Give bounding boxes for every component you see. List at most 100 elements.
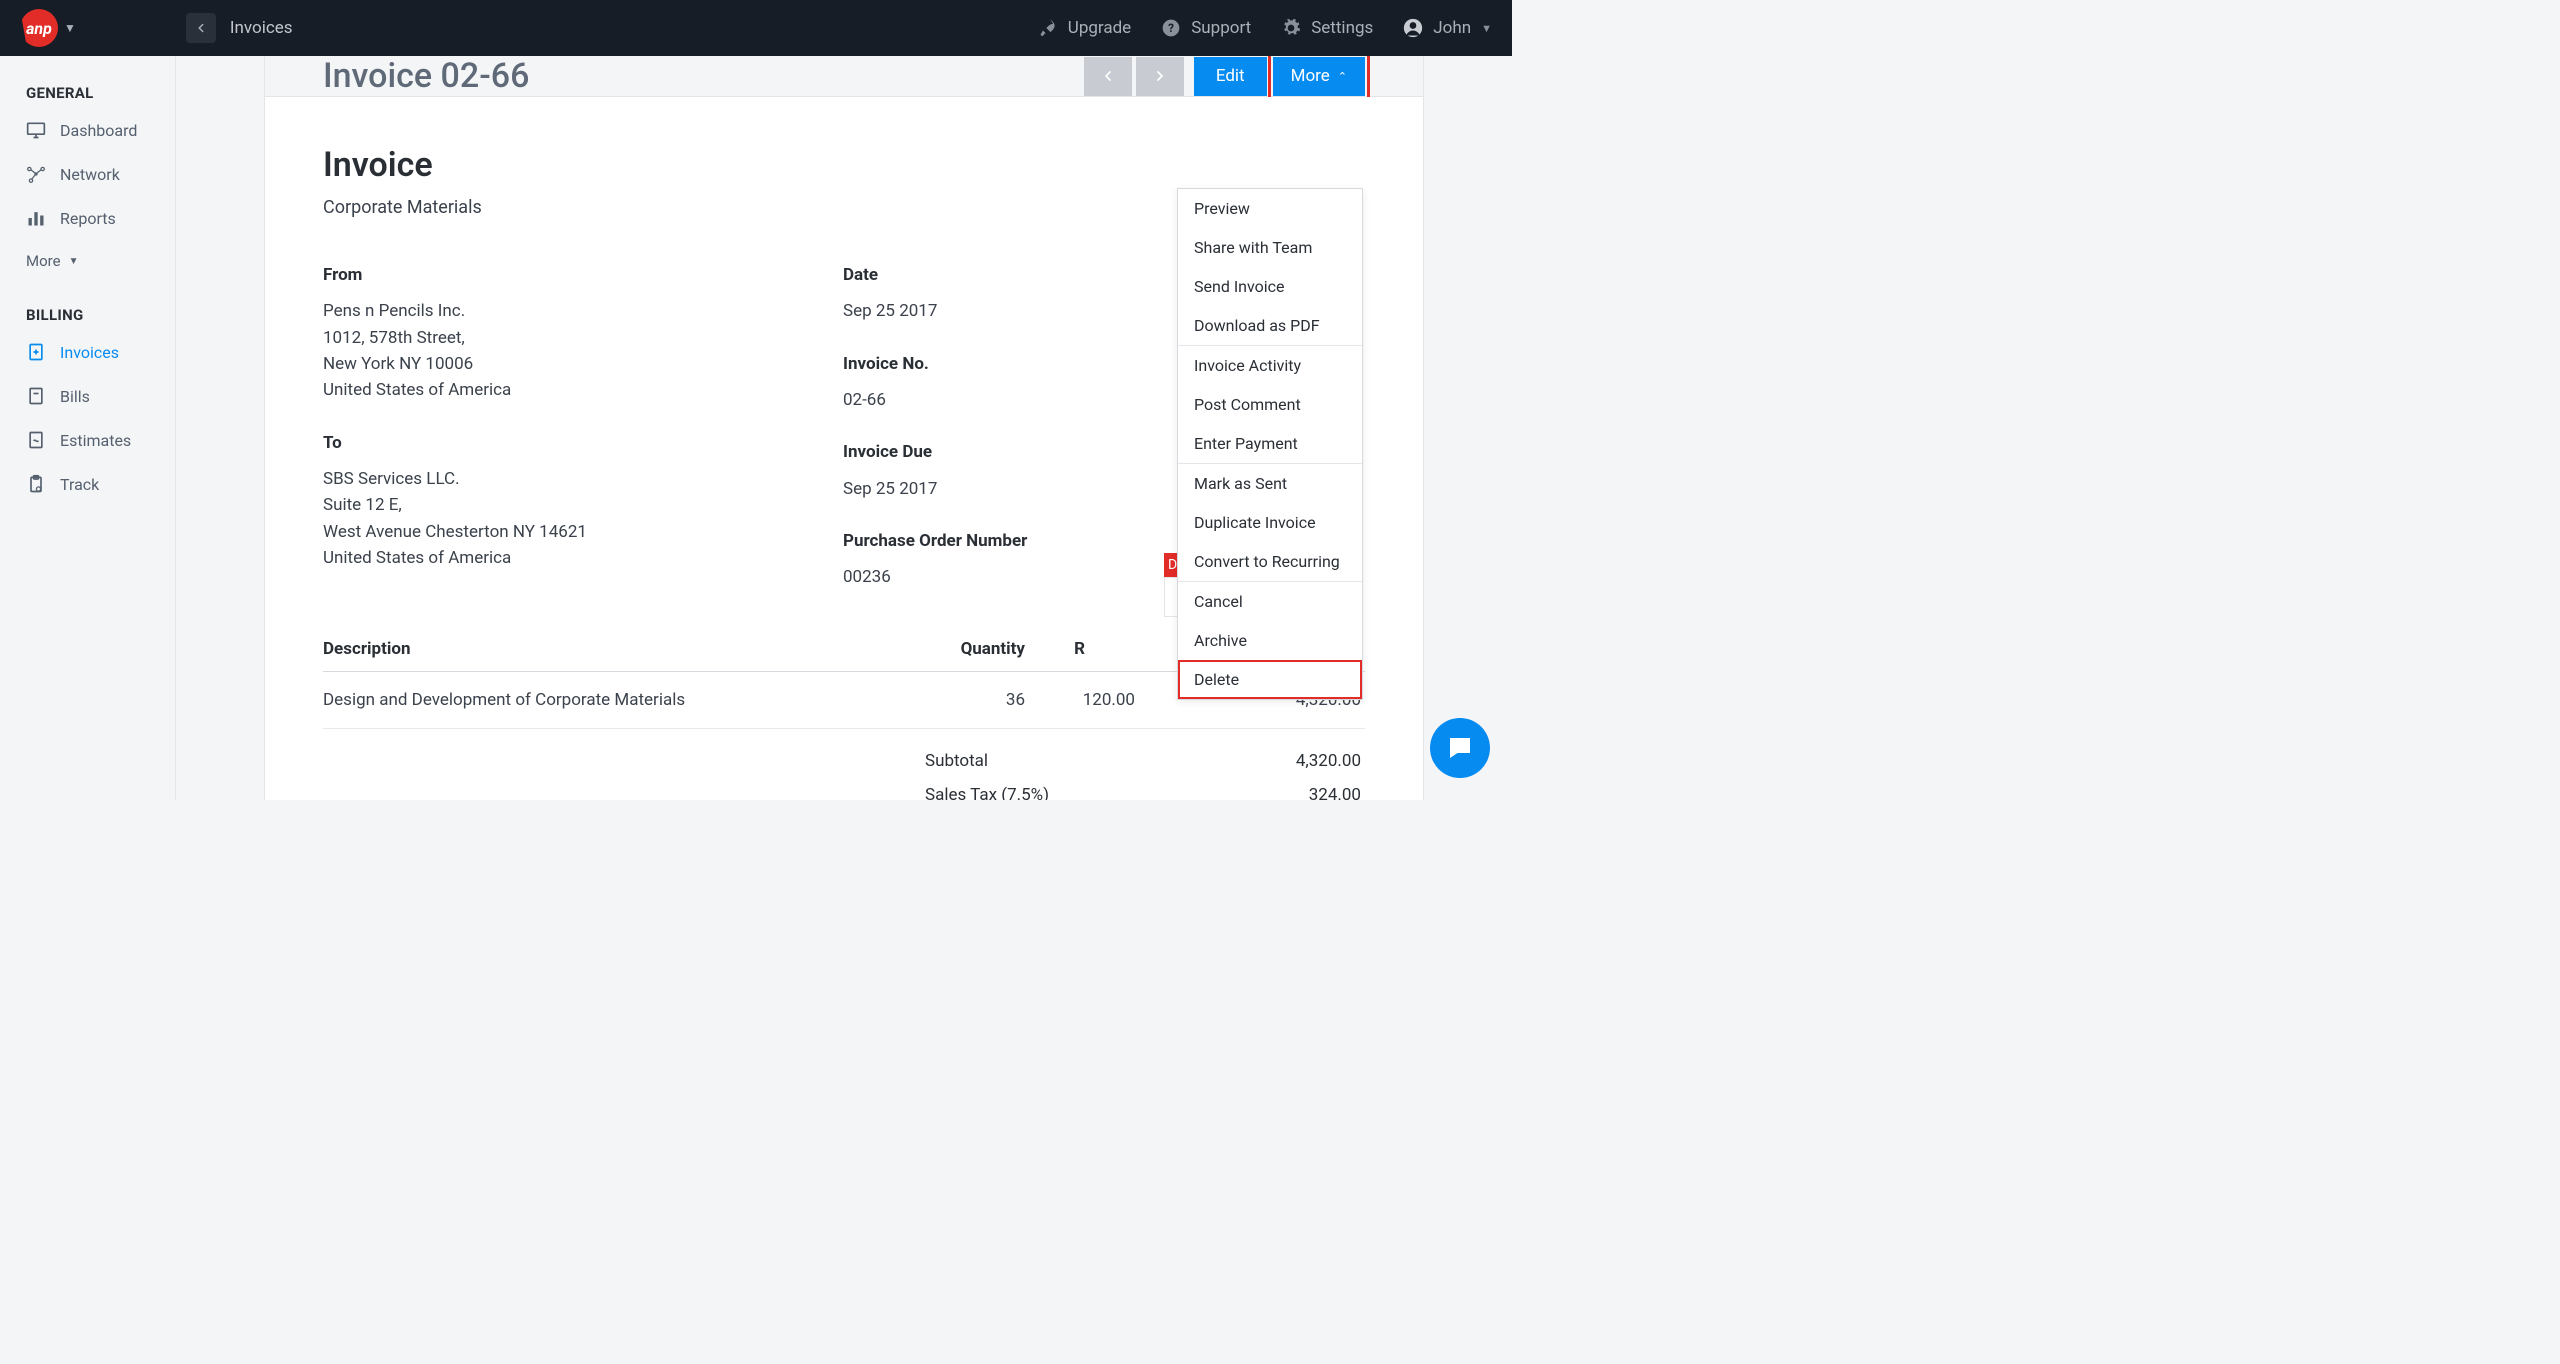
more-label: More xyxy=(1291,66,1330,86)
col-description: Description xyxy=(323,639,885,659)
sidebar-more[interactable]: More ▼ xyxy=(26,252,161,270)
menu-activity[interactable]: Invoice Activity xyxy=(1178,346,1362,385)
upgrade-label: Upgrade xyxy=(1068,18,1131,38)
menu-duplicate[interactable]: Duplicate Invoice xyxy=(1178,503,1362,542)
sidebar-label: Reports xyxy=(60,209,116,228)
help-icon: ? xyxy=(1161,18,1181,38)
invoice-heading: Invoice xyxy=(323,145,1365,185)
col-quantity: Quantity xyxy=(885,639,1025,659)
sidebar-section-general: GENERAL xyxy=(26,84,161,102)
chevron-left-icon xyxy=(194,21,208,35)
settings-label: Settings xyxy=(1311,18,1373,38)
rocket-icon xyxy=(1038,18,1058,38)
support-label: Support xyxy=(1191,18,1251,38)
sidebar-label: Track xyxy=(60,475,99,494)
sidebar-label: Invoices xyxy=(60,343,119,362)
from-line2: New York NY 10006 xyxy=(323,351,693,377)
monitor-icon xyxy=(26,120,46,140)
chevron-left-icon xyxy=(1100,68,1116,84)
chat-icon xyxy=(1445,733,1475,763)
subtotal-value: 4,320.00 xyxy=(1185,751,1365,771)
to-country: United States of America xyxy=(323,545,693,571)
invno-label: Invoice No. xyxy=(843,351,1027,377)
user-avatar-icon xyxy=(1403,18,1423,38)
menu-delete[interactable]: Delete xyxy=(1178,660,1362,699)
menu-cancel[interactable]: Cancel xyxy=(1178,582,1362,621)
menu-comment[interactable]: Post Comment xyxy=(1178,385,1362,424)
col-rate: R xyxy=(1025,639,1195,659)
chat-fab[interactable] xyxy=(1430,718,1490,778)
menu-share[interactable]: Share with Team xyxy=(1178,228,1362,267)
sidebar-item-bills[interactable]: Bills xyxy=(26,386,161,406)
breadcrumb[interactable]: Invoices xyxy=(230,18,293,38)
sidebar: GENERAL Dashboard Network Reports More ▼… xyxy=(0,56,176,800)
due-value: Sep 25 2017 xyxy=(843,476,1027,502)
sidebar-label: Bills xyxy=(60,387,90,406)
document-header: Invoice 02-66 Edit More ⌃ xyxy=(265,56,1423,97)
topbar: anp ▼ Invoices Upgrade ? Support Setting… xyxy=(0,0,1512,56)
bill-icon xyxy=(26,386,46,406)
from-label: From xyxy=(323,262,693,288)
tax-value: 324.00 xyxy=(1185,785,1365,800)
chevron-right-icon xyxy=(1152,68,1168,84)
gear-icon xyxy=(1281,18,1301,38)
more-dropdown: Preview Share with Team Send Invoice Dow… xyxy=(1177,188,1363,700)
chevron-down-icon: ▼ xyxy=(1481,22,1492,35)
invoice-icon xyxy=(26,342,46,362)
document-panel: Invoice 02-66 Edit More ⌃ Invoice Corpor… xyxy=(264,56,1424,800)
settings-link[interactable]: Settings xyxy=(1281,18,1373,38)
bar-chart-icon xyxy=(26,208,46,228)
svg-text:?: ? xyxy=(1168,21,1174,35)
menu-preview[interactable]: Preview xyxy=(1178,189,1362,228)
network-icon xyxy=(26,164,46,184)
sidebar-item-invoices[interactable]: Invoices xyxy=(26,342,161,362)
upgrade-link[interactable]: Upgrade xyxy=(1038,18,1131,38)
support-link[interactable]: ? Support xyxy=(1161,18,1251,38)
from-line1: 1012, 578th Street, xyxy=(323,325,693,351)
chevron-down-icon: ▼ xyxy=(69,256,79,267)
menu-payment[interactable]: Enter Payment xyxy=(1178,424,1362,463)
sidebar-item-dashboard[interactable]: Dashboard xyxy=(26,120,161,140)
next-invoice-button[interactable] xyxy=(1136,57,1184,96)
to-line1: Suite 12 E, xyxy=(323,492,693,518)
clipboard-icon xyxy=(26,474,46,494)
page-title: Invoice 02-66 xyxy=(323,56,1084,96)
subtotal-label: Subtotal xyxy=(925,751,1185,771)
sidebar-more-label: More xyxy=(26,252,61,270)
po-value: 00236 xyxy=(843,564,1027,590)
line-qty: 36 xyxy=(885,690,1025,710)
app-logo[interactable]: anp xyxy=(20,9,58,47)
to-label: To xyxy=(323,430,693,456)
more-button[interactable]: More ⌃ xyxy=(1273,57,1365,96)
estimate-icon xyxy=(26,430,46,450)
menu-download[interactable]: Download as PDF xyxy=(1178,306,1362,345)
sidebar-item-estimates[interactable]: Estimates xyxy=(26,430,161,450)
sidebar-label: Network xyxy=(60,165,120,184)
chevron-up-icon: ⌃ xyxy=(1338,70,1347,83)
prev-invoice-button[interactable] xyxy=(1084,57,1132,96)
back-button[interactable] xyxy=(186,13,216,43)
sidebar-item-network[interactable]: Network xyxy=(26,164,161,184)
line-rate: 120.00 xyxy=(1025,690,1195,710)
line-desc: Design and Development of Corporate Mate… xyxy=(323,690,885,710)
edit-button[interactable]: Edit xyxy=(1194,57,1267,96)
menu-recurring[interactable]: Convert to Recurring xyxy=(1178,542,1362,581)
user-name: John xyxy=(1433,18,1471,38)
menu-send[interactable]: Send Invoice xyxy=(1178,267,1362,306)
from-name: Pens n Pencils Inc. xyxy=(323,298,693,324)
sidebar-label: Dashboard xyxy=(60,121,137,140)
date-value: Sep 25 2017 xyxy=(843,298,1027,324)
totals-block: Subtotal 4,320.00 Sales Tax (7.5%) 324.0… xyxy=(323,733,1365,800)
user-menu[interactable]: John ▼ xyxy=(1403,18,1492,38)
due-label: Invoice Due xyxy=(843,439,1027,465)
workspace-chevron-icon[interactable]: ▼ xyxy=(64,21,76,35)
to-line2: West Avenue Chesterton NY 14621 xyxy=(323,519,693,545)
sidebar-item-track[interactable]: Track xyxy=(26,474,161,494)
po-label: Purchase Order Number xyxy=(843,528,1027,554)
sidebar-section-billing: BILLING xyxy=(26,306,161,324)
date-label: Date xyxy=(843,262,1027,288)
sidebar-item-reports[interactable]: Reports xyxy=(26,208,161,228)
invno-value: 02-66 xyxy=(843,387,1027,413)
menu-archive[interactable]: Archive xyxy=(1178,621,1362,660)
menu-mark-sent[interactable]: Mark as Sent xyxy=(1178,464,1362,503)
